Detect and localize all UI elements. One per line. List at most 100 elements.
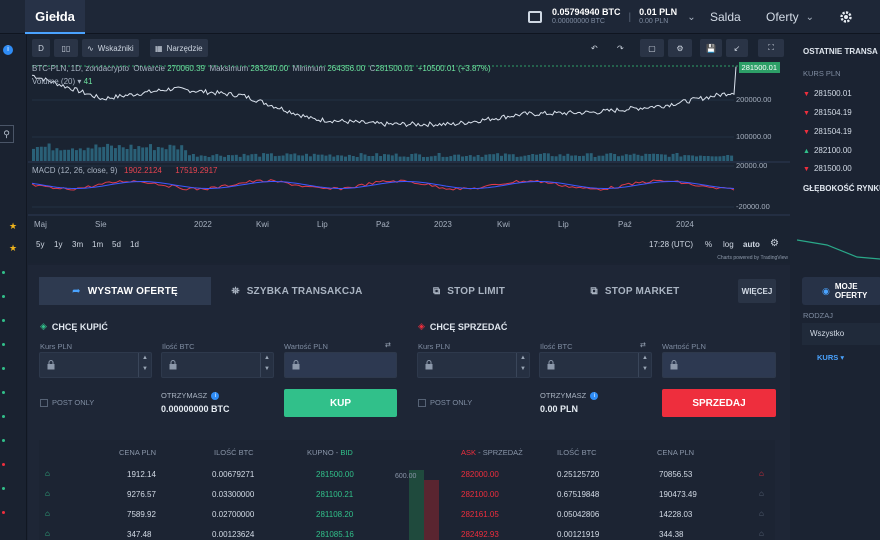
info-icon[interactable]: i bbox=[590, 391, 599, 400]
tab-quick-trade[interactable]: ⛯ SZYBKA TRANSAKCJA bbox=[211, 277, 383, 305]
nav-oferty-label: Oferty bbox=[766, 10, 799, 24]
gear-icon[interactable]: ⚙ bbox=[770, 238, 779, 249]
volume-bar bbox=[242, 153, 246, 161]
volume-bar bbox=[39, 146, 43, 161]
x-tick: Maj bbox=[34, 220, 47, 229]
star-icon[interactable]: ★ bbox=[9, 221, 17, 232]
star-icon[interactable]: ★ bbox=[9, 243, 17, 254]
buy-value-input[interactable] bbox=[284, 352, 397, 378]
volume-bar bbox=[340, 155, 344, 161]
timeframe-5d[interactable]: 5d bbox=[112, 240, 121, 249]
timeframe-3m[interactable]: 3m bbox=[72, 240, 83, 249]
buy-amount-input[interactable]: ▲ ▼ bbox=[161, 352, 274, 378]
sell-amount-input[interactable]: ▲ ▼ bbox=[539, 352, 652, 378]
volume-bar bbox=[702, 156, 706, 161]
volume-bar bbox=[476, 155, 480, 161]
sell-price-input[interactable]: ▲ ▼ bbox=[417, 352, 530, 378]
swap-icon[interactable]: ⇄ bbox=[640, 341, 646, 349]
volume-bar bbox=[605, 153, 609, 161]
volume-bar bbox=[519, 156, 523, 161]
volume-bar bbox=[195, 156, 199, 161]
market-depth-title: GŁĘBOKOŚĆ RYNKU bbox=[803, 184, 880, 193]
buy-post-only[interactable]: POST ONLY bbox=[40, 398, 94, 407]
volume-bar bbox=[433, 155, 437, 161]
volume-bar bbox=[675, 153, 679, 161]
auto-toggle[interactable]: auto bbox=[743, 240, 760, 249]
buy-button[interactable]: KUP bbox=[284, 389, 397, 417]
sort-kurs[interactable]: KURS ▾ bbox=[817, 353, 844, 362]
swap-icon[interactable]: ⇄ bbox=[385, 341, 391, 349]
buy-amount-label: Ilość BTC bbox=[162, 342, 195, 351]
share-icon: ➦ bbox=[72, 285, 81, 297]
buy-price-input[interactable]: ▲ ▼ bbox=[39, 352, 152, 378]
stepper[interactable]: ▲ ▼ bbox=[516, 353, 529, 377]
timeframe-1d[interactable]: 1d bbox=[130, 240, 139, 249]
basket-icon[interactable]: ⌂ bbox=[759, 489, 764, 498]
change-indicator bbox=[2, 319, 5, 322]
volume-bar bbox=[102, 146, 106, 161]
volume-bar bbox=[281, 155, 285, 161]
sell-value-input[interactable] bbox=[662, 352, 776, 378]
stepper[interactable]: ▲ ▼ bbox=[138, 353, 151, 377]
basket-icon: ⛯ bbox=[231, 285, 240, 297]
nav-salda[interactable]: Salda bbox=[710, 0, 741, 34]
volume-bar bbox=[211, 155, 215, 161]
info-icon[interactable]: i bbox=[211, 391, 220, 400]
tab-gielda[interactable]: Giełda bbox=[25, 0, 85, 34]
volume-bar bbox=[164, 149, 168, 161]
volume-bar bbox=[363, 154, 367, 161]
y-tick: 100000.00 bbox=[736, 132, 772, 141]
volume-bar bbox=[125, 149, 129, 161]
basket-icon[interactable]: ⌂ bbox=[45, 509, 50, 518]
timeframe-1y[interactable]: 1y bbox=[54, 240, 62, 249]
sell-post-only[interactable]: POST ONLY bbox=[418, 398, 472, 407]
more-button[interactable]: WIĘCEJ bbox=[738, 279, 776, 303]
volume-bar bbox=[574, 155, 578, 161]
basket-icon[interactable]: ⌂ bbox=[759, 529, 764, 538]
timeframe-1m[interactable]: 1m bbox=[92, 240, 103, 249]
percent-toggle[interactable]: % bbox=[705, 240, 712, 249]
tab-stop-limit[interactable]: ⧉ STOP LIMIT bbox=[383, 277, 555, 305]
order-tabs: ➦ WYSTAW OFERTĘ ⛯ SZYBKA TRANSAKCJA ⧉ ST… bbox=[39, 277, 775, 305]
basket-icon[interactable]: ⌂ bbox=[45, 529, 50, 538]
gear-icon[interactable] bbox=[838, 9, 854, 25]
chevron-down-icon[interactable]: ⌄ bbox=[687, 12, 695, 23]
volume-bar bbox=[117, 145, 121, 161]
volume-bar bbox=[149, 144, 152, 161]
basket-icon[interactable]: ⌂ bbox=[45, 489, 50, 498]
volume-bar bbox=[507, 154, 511, 161]
volume-bar bbox=[464, 156, 468, 161]
volume-bar bbox=[316, 154, 320, 161]
stepper[interactable]: ▲ ▼ bbox=[260, 353, 273, 377]
volume-bar bbox=[558, 154, 562, 161]
col-ask-pln: CENA PLN bbox=[657, 448, 695, 457]
col-ask-btc: ILOŚĆ BTC bbox=[557, 448, 597, 457]
search-icon[interactable]: ⚲ bbox=[0, 125, 14, 143]
volume-bar bbox=[472, 156, 476, 161]
stepper[interactable]: ▲ ▼ bbox=[638, 353, 651, 377]
sell-button[interactable]: SPRZEDAJ bbox=[662, 389, 776, 417]
ask-pln: 190473.49 bbox=[659, 490, 697, 499]
tab-place-offer[interactable]: ➦ WYSTAW OFERTĘ bbox=[39, 277, 211, 305]
volume-bar bbox=[527, 155, 531, 161]
volume-bar bbox=[617, 156, 620, 161]
info-icon[interactable]: i bbox=[3, 45, 13, 55]
volume-bar bbox=[414, 153, 418, 161]
basket-icon[interactable]: ⌂ bbox=[759, 469, 764, 478]
volume-bar bbox=[453, 154, 457, 161]
log-toggle[interactable]: log bbox=[723, 240, 734, 249]
tab-stop-market[interactable]: ⧉ STOP MARKET bbox=[555, 277, 715, 305]
nav-oferty[interactable]: Oferty ⌄ bbox=[766, 0, 814, 34]
type-select[interactable]: Wszystko bbox=[802, 323, 880, 345]
basket-icon[interactable]: ⌂ bbox=[759, 509, 764, 518]
basket-icon[interactable]: ⌂ bbox=[45, 469, 50, 478]
volume-bar bbox=[714, 156, 718, 161]
price-series-line bbox=[31, 66, 737, 128]
timeframe-5y[interactable]: 5y bbox=[36, 240, 44, 249]
my-offers-tab[interactable]: ◉ MOJE OFERTY bbox=[802, 277, 880, 305]
checkbox[interactable] bbox=[40, 398, 48, 407]
wallet-summary[interactable]: 0.05794940 BTC 0.00000000 BTC | 0.01 PLN… bbox=[528, 6, 696, 28]
price-chart[interactable]: D ▯▯ ∿ Wskaźniki ▦ Narzędzie ↶ ↷ ▢ ⚙ 💾 ↙… bbox=[28, 35, 790, 263]
volume-bar bbox=[133, 149, 137, 161]
checkbox[interactable] bbox=[418, 398, 426, 407]
